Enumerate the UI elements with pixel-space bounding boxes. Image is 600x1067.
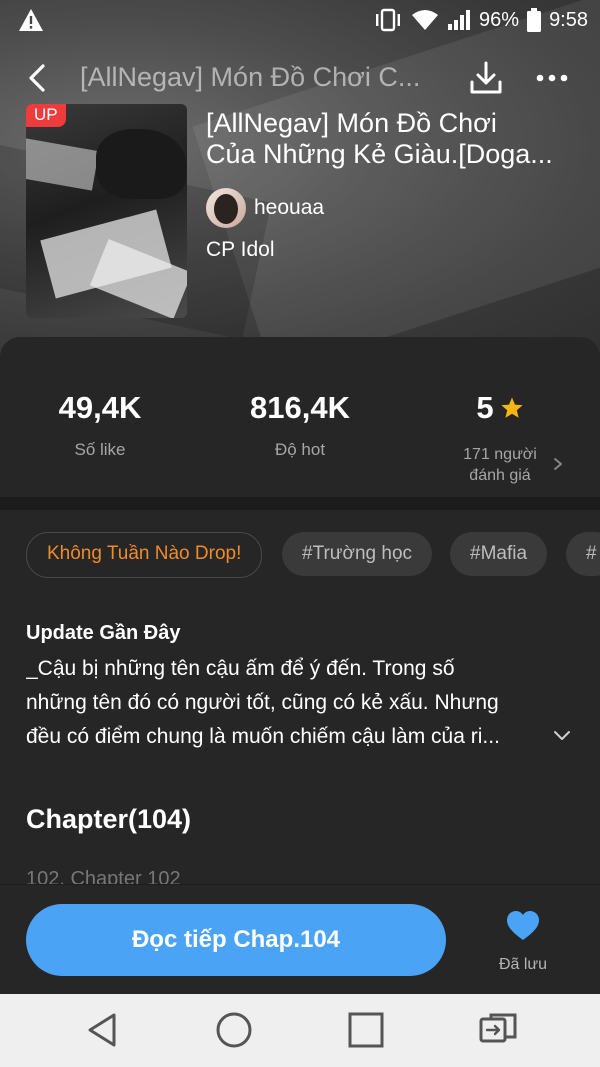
more-options-icon[interactable]: [530, 60, 574, 96]
signal-icon: [448, 10, 471, 30]
author[interactable]: heouaa: [206, 188, 324, 228]
likes-stat: 49,4K Số like: [40, 390, 160, 460]
heart-icon[interactable]: [505, 910, 541, 942]
back-arrow-icon[interactable]: [20, 60, 56, 96]
wifi-icon: [412, 10, 439, 30]
system-nav-bar: [0, 994, 600, 1067]
book-title: [AllNegav] Món Đồ Chơi Của Những Kẻ Giàu…: [206, 108, 586, 170]
rating-count-line: 171 người: [463, 446, 537, 463]
author-name[interactable]: heouaa: [254, 196, 324, 220]
update-line: những tên đó có người tốt, cũng có kẻ xấ…: [26, 691, 499, 714]
warning-icon: [19, 9, 43, 31]
switch-app-icon[interactable]: [478, 1010, 518, 1050]
author-avatar[interactable]: [206, 188, 246, 228]
book-category[interactable]: CP Idol: [206, 238, 275, 262]
update-heading: Update Gần Đây: [26, 622, 181, 644]
chevron-right-icon[interactable]: [552, 456, 564, 472]
status-bar: 96% 9:58: [0, 0, 600, 40]
book-cover[interactable]: [26, 104, 187, 318]
download-icon[interactable]: [466, 58, 506, 98]
chevron-down-icon[interactable]: [552, 728, 572, 742]
likes-label: Số like: [74, 440, 126, 459]
update-line: _Cậu bị những tên cậu ấm để ý đến. Trong…: [26, 657, 455, 680]
saved-label[interactable]: Đã lưu: [490, 956, 556, 974]
book-title-line: Của Những Kẻ Giàu.[Doga...: [206, 139, 553, 169]
chapter-heading: Chapter(104): [26, 804, 192, 834]
tag-highlight[interactable]: Không Tuần Nào Drop!: [26, 532, 263, 578]
continue-reading-button[interactable]: Đọc tiếp Chap.104: [26, 904, 446, 976]
update-badge: UP: [26, 104, 66, 127]
rating-count-label[interactable]: 171 người đánh giá: [450, 444, 550, 486]
hot-stat: 816,4K Độ hot: [230, 390, 370, 460]
clock: 9:58: [549, 8, 588, 31]
tag-item[interactable]: #: [566, 532, 600, 576]
tag-item[interactable]: #Trường học: [282, 532, 433, 576]
rating-value: 5: [476, 390, 494, 425]
rating-count-line: đánh giá: [469, 467, 531, 484]
nav-title: [AllNegav] Món Đồ Chơi C...: [80, 62, 421, 92]
update-line: đều có điểm chung là muốn chiếm cậu làm …: [26, 725, 500, 748]
likes-count: 49,4K: [58, 390, 142, 425]
nav-back-icon[interactable]: [82, 1010, 122, 1050]
battery-icon: [527, 8, 542, 32]
tag-row[interactable]: Không Tuần Nào Drop! #Trường học #Mafia …: [26, 532, 600, 578]
update-text[interactable]: _Cậu bị những tên cậu ấm để ý đến. Trong…: [26, 652, 548, 754]
hot-count: 816,4K: [250, 390, 350, 425]
section-divider: [0, 497, 600, 510]
vibrate-icon: [376, 8, 401, 32]
star-icon: [501, 397, 523, 418]
book-title-line: [AllNegav] Món Đồ Chơi: [206, 108, 497, 138]
battery-percent: 96%: [479, 8, 520, 31]
hot-label: Độ hot: [274, 440, 326, 459]
nav-home-icon[interactable]: [214, 1010, 254, 1050]
rating-stat[interactable]: 5: [450, 390, 550, 426]
nav-recents-icon[interactable]: [346, 1010, 386, 1050]
tag-item[interactable]: #Mafia: [450, 532, 548, 576]
top-nav: [AllNegav] Món Đồ Chơi C...: [0, 52, 600, 106]
